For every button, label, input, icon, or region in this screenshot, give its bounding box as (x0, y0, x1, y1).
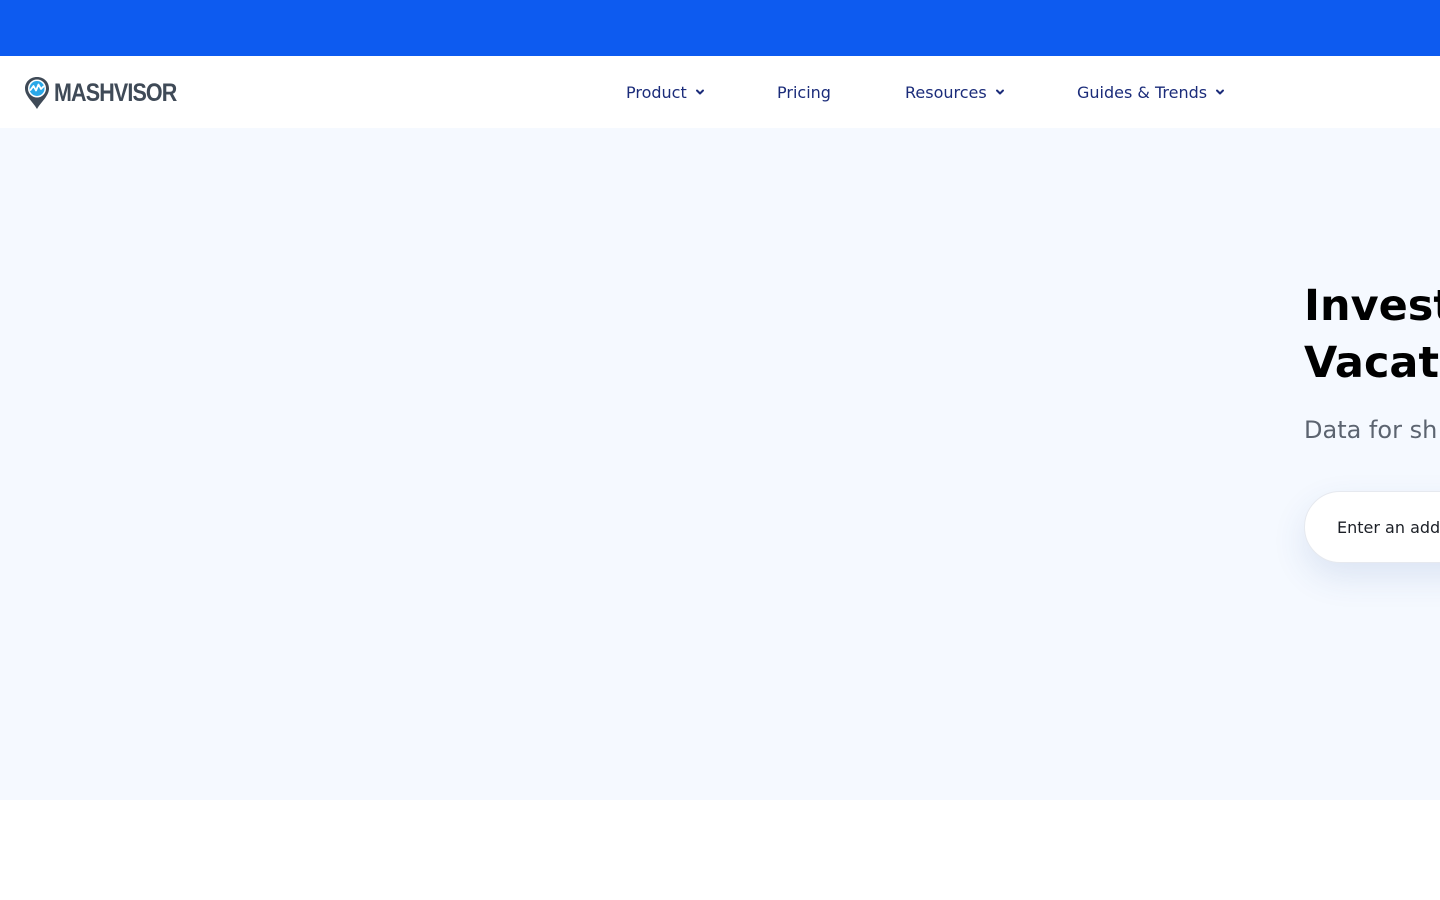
address-search-input[interactable] (1337, 492, 1440, 562)
nav-item-label: Product (626, 82, 687, 102)
hero-title-line-2: Vacat (1304, 338, 1440, 388)
nav-item-pricing[interactable]: Pricing (777, 80, 831, 104)
chevron-down-icon (995, 89, 1004, 95)
nav-item-label: Guides & Trends (1077, 82, 1208, 102)
nav-item-label: Pricing (777, 82, 831, 102)
nav-item-product[interactable]: Product (626, 80, 705, 104)
hero-section: Invest Vacat Data for sh (0, 128, 1440, 800)
hero-subtitle: Data for sh (1304, 416, 1438, 444)
chevron-down-icon (1216, 89, 1225, 95)
nav-item-resources[interactable]: Resources (905, 80, 1005, 104)
top-banner (0, 0, 1440, 56)
hero-title-line-1: Invest (1304, 281, 1440, 331)
chevron-down-icon (695, 89, 704, 95)
address-search-box (1304, 491, 1440, 563)
nav-item-guides-trends[interactable]: Guides & Trends (1077, 80, 1225, 104)
nav-item-label: Resources (905, 82, 987, 102)
hero-title: Invest Vacat (1304, 278, 1440, 392)
main-nav: Product Pricing Resources Guides & Trend… (0, 56, 1440, 128)
site-header: MASHVISOR Product Pricing Resources Guid… (0, 56, 1440, 128)
